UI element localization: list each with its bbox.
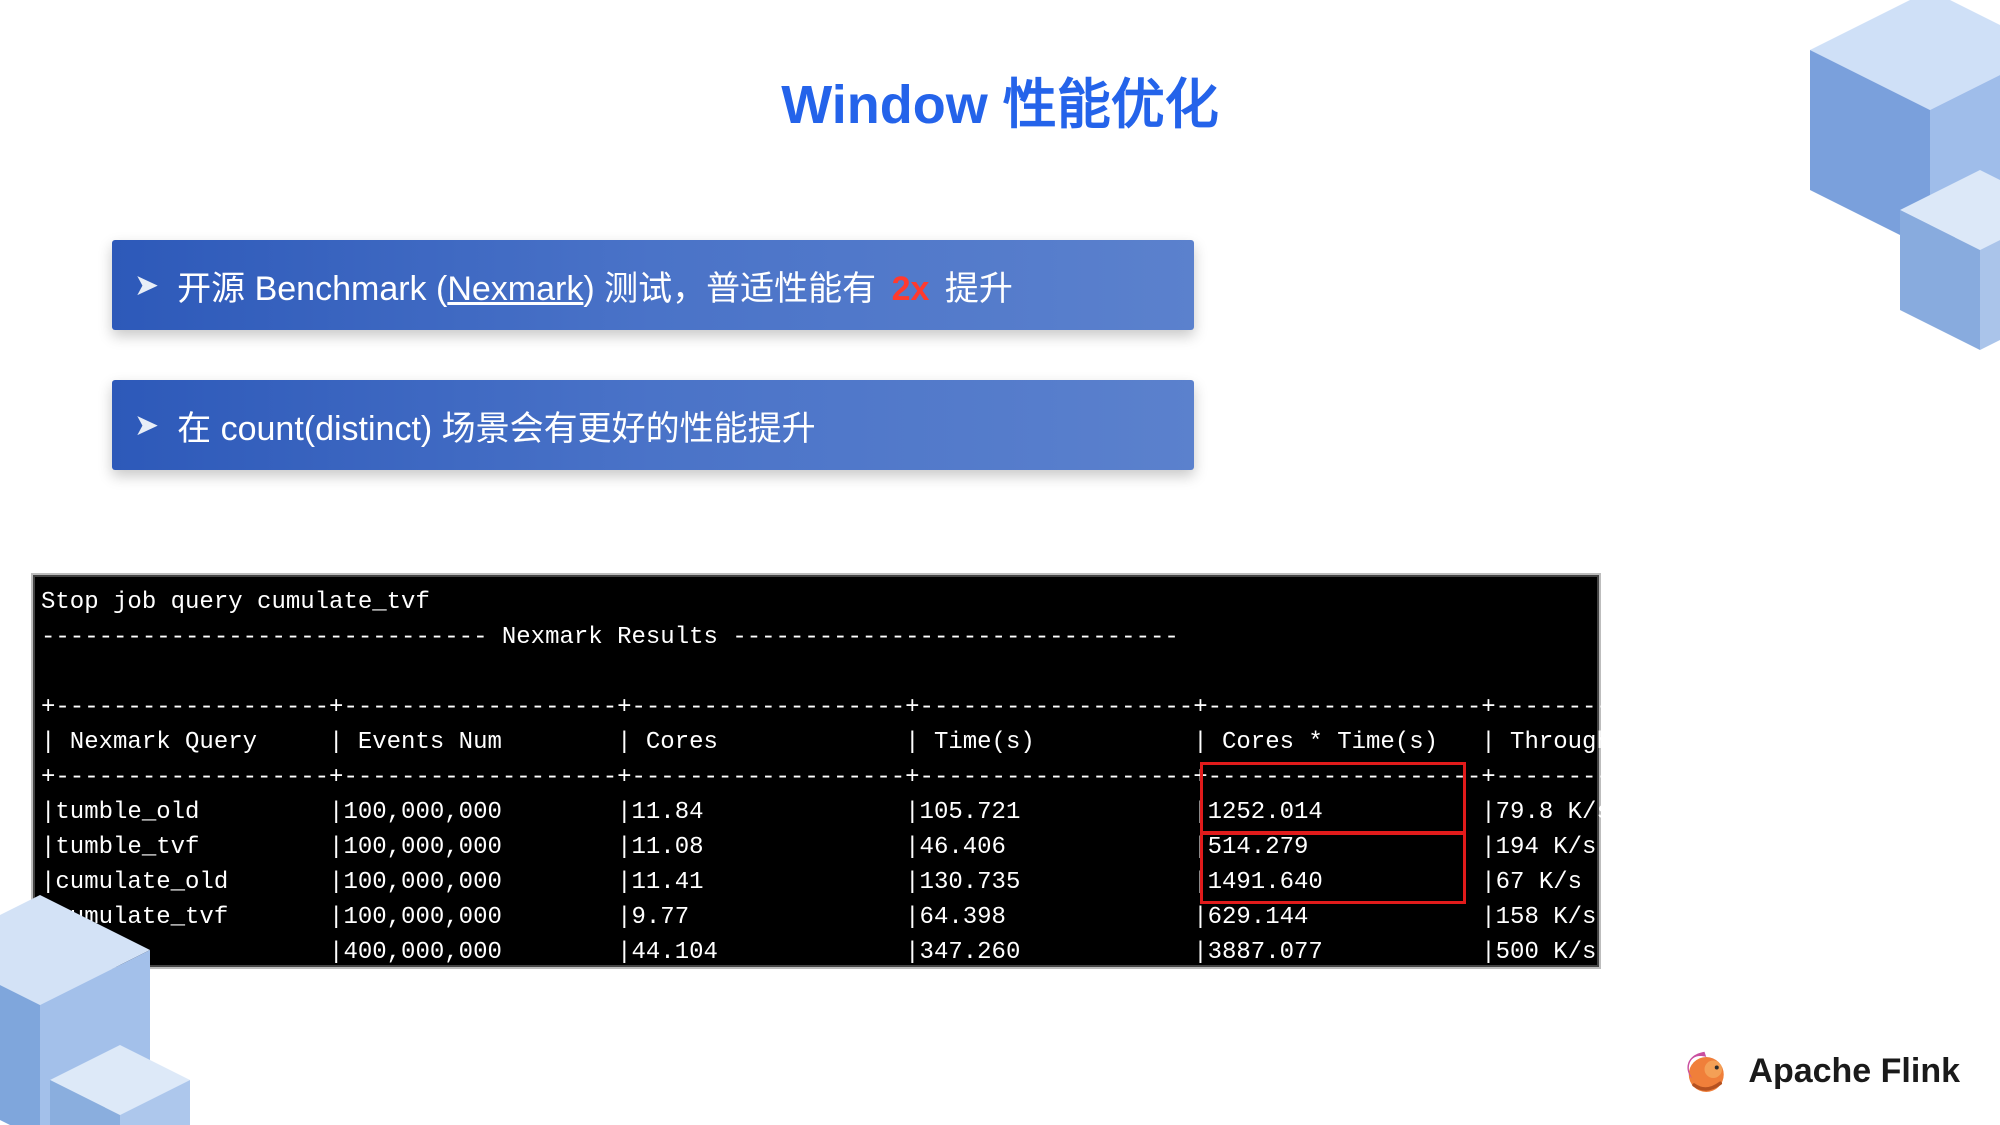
text: ) 测试，普适性能有 (583, 270, 885, 308)
slide-title: Window 性能优化 (0, 60, 2000, 139)
bullet-text: 在 count(distinct) 场景会有更好的性能提升 (177, 401, 816, 450)
terminal-line: ------------------------------- Nexmark … (41, 620, 1591, 655)
table-header: | Nexmark Query | Events Num | Cores | T… (41, 725, 1591, 760)
table-divider: +-------------------+-------------------… (41, 970, 1591, 1005)
text: 开源 Benchmark ( (177, 270, 447, 308)
table-row: |Total |400,000,000 |44.104 |347.260 |38… (41, 935, 1591, 970)
highlight-2x: 2x (892, 270, 930, 308)
brand-text: Apache Flink (1748, 1052, 1960, 1091)
bullet-benchmark: ➤ 开源 Benchmark (Nexmark) 测试，普适性能有 2x 提升 (112, 240, 1194, 330)
nexmark-link[interactable]: Nexmark (447, 270, 583, 308)
table-row: |cumulate_tvf |100,000,000 |9.77 |64.398… (41, 900, 1591, 935)
terminal-line (41, 655, 1591, 690)
chevron-right-icon: ➤ (134, 408, 159, 443)
table-divider: +-------------------+-------------------… (41, 690, 1591, 725)
bullet-count-distinct: ➤ 在 count(distinct) 场景会有更好的性能提升 (112, 380, 1194, 470)
text: 提升 (935, 270, 1012, 308)
squirrel-icon (1680, 1043, 1736, 1099)
chevron-right-icon: ➤ (134, 268, 159, 303)
table-row: |cumulate_old |100,000,000 |11.41 |130.7… (41, 865, 1591, 900)
decoration-cubes-icon (1750, 0, 2000, 370)
bullet-text: 开源 Benchmark (Nexmark) 测试，普适性能有 2x 提升 (177, 261, 1013, 310)
terminal-line: Stop job query cumulate_tvf (41, 585, 1591, 620)
table-row: |tumble_old |100,000,000 |11.84 |105.721… (41, 795, 1591, 830)
table-divider: +-------------------+-------------------… (41, 760, 1591, 795)
apache-flink-logo: Apache Flink (1680, 1043, 1960, 1099)
terminal-output: Stop job query cumulate_tvf ------------… (33, 575, 1599, 967)
table-row: |tumble_tvf |100,000,000 |11.08 |46.406 … (41, 830, 1591, 865)
